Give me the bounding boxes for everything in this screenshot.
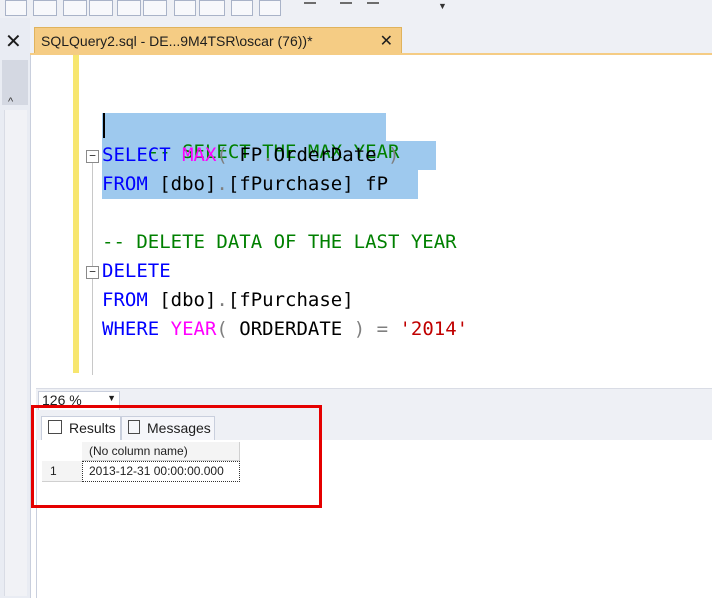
toolbar-dropdown-icon[interactable]: ▼ (438, 1, 447, 11)
identifier: [dbo] (147, 289, 217, 311)
paren: ) (388, 144, 400, 166)
code-line-3: FROM [dbo].[fPurchase] fP (102, 171, 388, 197)
paren: ) (353, 318, 366, 340)
dock-panel-header (2, 60, 28, 105)
function-name: MAX (182, 144, 217, 166)
toolbar-button[interactable] (143, 0, 167, 16)
operator: = (365, 318, 400, 340)
toolbar-button[interactable] (89, 0, 113, 16)
string-literal: '2014' (399, 318, 469, 340)
close-icon[interactable]: ✕ (5, 32, 22, 52)
identifier: [dbo] (147, 173, 217, 195)
keyword: WHERE (102, 318, 160, 340)
vertical-scrollbar[interactable] (4, 110, 27, 596)
keyword: SELECT (102, 144, 171, 166)
document-tab-strip: SQLQuery2.sql - DE...9M4TSR\oscar (76))*… (30, 18, 712, 55)
left-dock-panel: ✕ ^ (0, 18, 31, 598)
dot: . (216, 173, 228, 195)
keyword: DELETE (102, 260, 171, 282)
identifier: OrderDate (273, 144, 389, 166)
toolbar-button[interactable] (174, 0, 196, 16)
annotation-highlight-box (31, 405, 322, 508)
keyword: FROM (102, 289, 148, 311)
chevron-down-icon[interactable]: ▼ (107, 393, 116, 403)
function-name: YEAR (159, 318, 217, 340)
dot: . (216, 289, 228, 311)
code-line-6: DELETE (102, 258, 171, 284)
tab-sqlquery2[interactable]: SQLQuery2.sql - DE...9M4TSR\oscar (76))*… (34, 27, 402, 55)
toolbar-separator (367, 2, 379, 4)
scroll-up-icon[interactable]: ^ (8, 96, 13, 108)
toolbar-button[interactable] (259, 0, 281, 16)
identifier: [fPurchase] (227, 289, 354, 311)
execute-check-button[interactable] (117, 0, 141, 16)
identifier: FP (227, 144, 263, 166)
toolbar-button[interactable] (5, 0, 27, 16)
keyword: FROM (102, 173, 148, 195)
code-line-8: WHERE YEAR( ORDERDATE ) = '2014' (102, 316, 468, 342)
toolbar-button[interactable] (63, 0, 87, 16)
code-line-2: SELECT MAX( FP.OrderDate ) (102, 142, 400, 168)
comment-text: -- DELETE DATA OF THE LAST YEAR (102, 231, 457, 253)
main-toolbar: ▼ (0, 0, 712, 19)
change-margin-bar (73, 55, 79, 373)
collapse-toggle-icon[interactable]: − (86, 266, 99, 279)
toolbar-button[interactable] (199, 0, 225, 16)
toolbar-button[interactable] (231, 0, 253, 16)
query-editor[interactable]: − − -- SELECT THE MAX YEAR SELECT MAX( F… (36, 55, 712, 388)
paren: ( (216, 144, 228, 166)
tab-title: SQLQuery2.sql - DE...9M4TSR\oscar (76))* (41, 33, 313, 49)
code-line-7: FROM [dbo].[fPurchase] (102, 287, 354, 313)
toolbar-button[interactable] (33, 0, 57, 16)
dot: . (262, 144, 274, 166)
identifier: ORDERDATE (227, 318, 354, 340)
paren: ( (216, 318, 228, 340)
close-icon[interactable]: ✕ (380, 31, 393, 51)
toolbar-separator (340, 2, 352, 4)
toolbar-separator (304, 2, 316, 4)
code-line-5: -- DELETE DATA OF THE LAST YEAR (102, 229, 457, 255)
identifier: [fPurchase] fP (227, 173, 389, 195)
collapse-toggle-icon[interactable]: − (86, 150, 99, 163)
